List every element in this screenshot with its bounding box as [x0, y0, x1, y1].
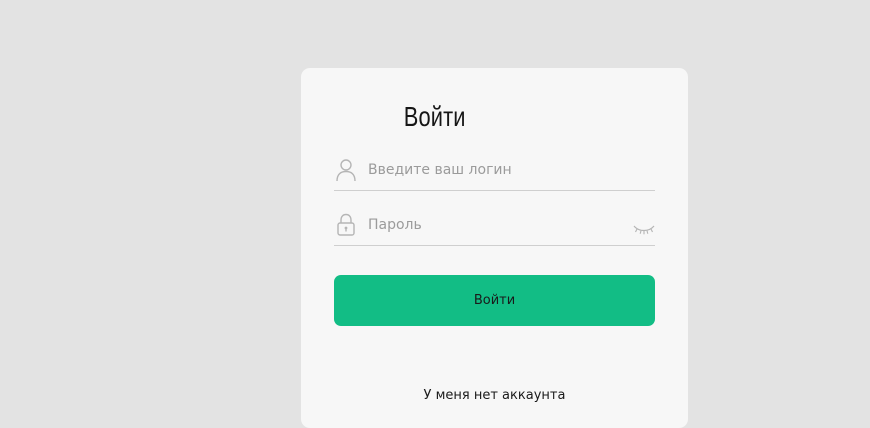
login-input[interactable]	[368, 158, 628, 182]
login-title-text: Войти	[404, 101, 466, 132]
login-field	[334, 158, 655, 191]
login-button[interactable]: Войти	[334, 275, 655, 326]
password-input[interactable]	[368, 213, 628, 237]
eye-closed-icon[interactable]	[633, 220, 655, 235]
login-title: Войти	[0, 96, 870, 134]
lock-icon	[335, 213, 357, 237]
user-icon	[335, 158, 357, 182]
no-account-link[interactable]: У меня нет аккаунта	[301, 388, 688, 403]
password-field	[334, 213, 655, 246]
